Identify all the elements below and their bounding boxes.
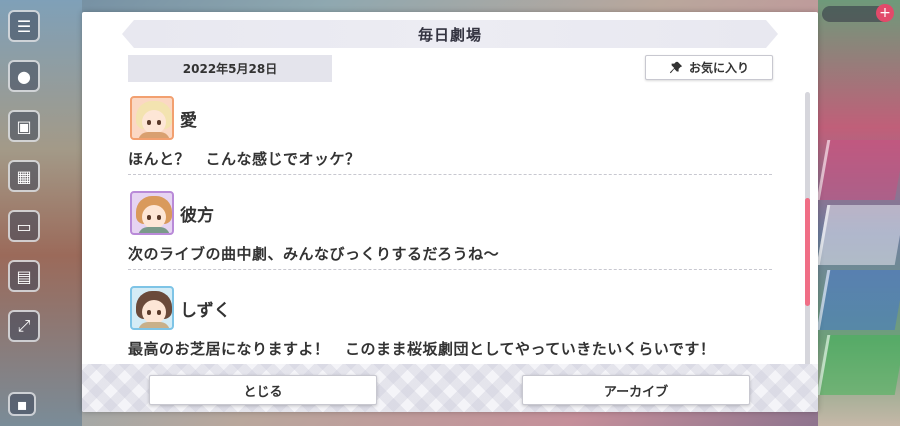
favorite-label: お気に入り (688, 61, 749, 75)
speaker-name: 彼方 (180, 205, 214, 226)
speaker-name: 愛 (180, 110, 197, 131)
favorite-button[interactable]: お気に入り (645, 55, 773, 80)
dialogue-line: 次のライブの曲中劇、みんなびっくりするだろうね～ (128, 245, 500, 263)
dialogue-entry: 彼方 次のライブの曲中劇、みんなびっくりするだろうね～ (128, 187, 772, 282)
dialog-title: 毎日劇場 (417, 25, 482, 44)
dialogue-list[interactable]: 愛 ほんと？ こんな感じでオッケ？ 彼方 次のライブの曲中劇、みんなびっくりする… (128, 92, 772, 377)
shizuku-avatar (130, 286, 174, 330)
speaker: 彼方 (130, 191, 214, 235)
dialog-footer: とじる アーカイブ (82, 364, 818, 412)
daily-theater-dialog: 毎日劇場 2022年5月28日 お気に入り 愛 ほんと？ こんな感じでオッケ？ (82, 12, 818, 412)
dialogue-entry: 愛 ほんと？ こんな感じでオッケ？ (128, 92, 772, 187)
dialog-title-bar: 毎日劇場 (122, 20, 778, 48)
gift-icon[interactable]: ▦ (8, 160, 40, 192)
ai-avatar (130, 96, 174, 140)
dialogue-entry: しずく 最高のお芝居になりますよ！ このまま桜坂劇団としてやっていきたいくらいで… (128, 282, 772, 377)
close-button[interactable]: とじる (149, 375, 377, 405)
menu-tile-blue[interactable] (816, 270, 900, 330)
present-icon[interactable]: ▣ (8, 110, 40, 142)
divider (128, 174, 772, 175)
speaker-name: しずく (180, 300, 231, 321)
menu-icon[interactable]: ☰ (8, 10, 40, 42)
expand-icon[interactable]: ⤢ (8, 310, 40, 342)
archive-button[interactable]: アーカイブ (522, 375, 750, 405)
kanata-avatar (130, 191, 174, 235)
speaker: しずく (130, 286, 231, 330)
stage-icon[interactable]: ▤ (8, 260, 40, 292)
chat-icon[interactable]: ● (8, 60, 40, 92)
speaker: 愛 (130, 96, 197, 140)
add-currency-icon[interactable]: + (876, 4, 894, 22)
screen-icon[interactable]: ▭ (8, 210, 40, 242)
scrollbar[interactable] (805, 92, 810, 370)
dialogue-line: 最高のお芝居になりますよ！ このまま桜坂劇団としてやっていきたいくらいです！ (128, 340, 716, 358)
menu-tile-green[interactable] (816, 335, 900, 395)
divider (128, 269, 772, 270)
dialogue-line: ほんと？ こんな感じでオッケ？ (128, 150, 361, 168)
item-icon[interactable]: ▪ (8, 392, 36, 416)
scrollbar-thumb[interactable] (805, 198, 810, 306)
menu-tile-pink[interactable] (816, 140, 900, 200)
pin-icon (669, 61, 683, 73)
date-label: 2022年5月28日 (128, 55, 332, 82)
menu-tile-white[interactable] (816, 205, 900, 265)
